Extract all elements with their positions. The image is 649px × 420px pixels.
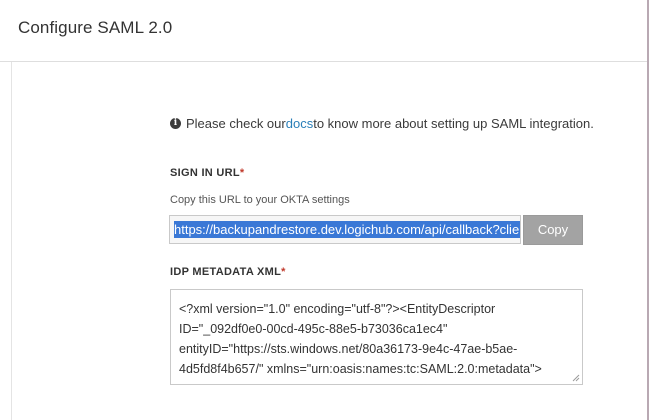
- sign-in-url-help: Copy this URL to your OKTA settings: [170, 194, 350, 206]
- docs-link[interactable]: docs: [286, 116, 313, 131]
- idp-metadata-label-text: IDP METADATA XML: [170, 266, 282, 278]
- required-marker: *: [239, 167, 245, 179]
- copy-button[interactable]: Copy: [523, 215, 583, 245]
- idp-metadata-textarea[interactable]: <?xml version="1.0" encoding="utf-8"?><E…: [170, 289, 583, 385]
- xml-line: 4d5fd8f4b657/" xmlns="urn:oasis:names:tc…: [179, 362, 542, 376]
- page-title: Configure SAML 2.0: [18, 18, 173, 37]
- content-divider: [11, 62, 12, 420]
- resize-grip-icon[interactable]: [572, 374, 580, 382]
- page-header: Configure SAML 2.0: [0, 0, 649, 62]
- info-circle-icon: i: [170, 118, 181, 129]
- xml-line: entityID="https://sts.windows.net/80a361…: [179, 342, 518, 356]
- info-text-suffix: to know more about setting up SAML integ…: [313, 116, 594, 131]
- sign-in-url-label: SIGN IN URL*: [170, 167, 245, 179]
- xml-line: ID="_092df0e0-00cd-495c-88e5-b73036ca1ec…: [179, 322, 448, 336]
- info-message: i Please check our docs to know more abo…: [170, 116, 594, 131]
- sign-in-url-field[interactable]: https://backupandrestore.dev.logichub.co…: [169, 215, 521, 244]
- xml-line: <?xml version="1.0" encoding="utf-8"?><E…: [179, 302, 496, 316]
- idp-metadata-label: IDP METADATA XML*: [170, 266, 286, 278]
- sign-in-url-label-text: SIGN IN URL: [170, 167, 240, 179]
- info-text-prefix: Please check our: [186, 116, 286, 131]
- sign-in-url-value: https://backupandrestore.dev.logichub.co…: [174, 221, 520, 238]
- saml-config-page: Configure SAML 2.0 i Please check our do…: [0, 0, 649, 420]
- required-marker: *: [281, 266, 286, 278]
